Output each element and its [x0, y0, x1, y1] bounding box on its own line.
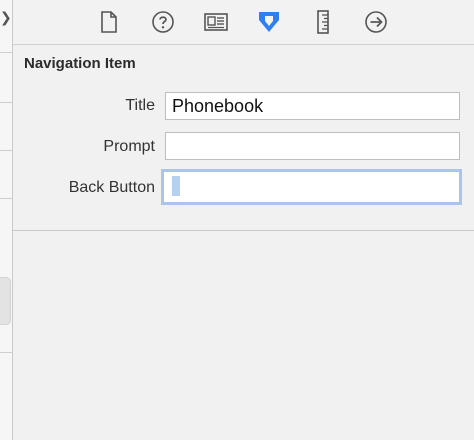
title-label: Title — [125, 97, 155, 114]
tab-size-inspector[interactable] — [309, 8, 337, 36]
inspector-toolbar — [13, 0, 474, 45]
file-icon — [101, 11, 117, 33]
text-cursor — [172, 176, 180, 197]
section-title: Navigation Item — [24, 55, 136, 72]
gutter-separator — [0, 198, 12, 199]
tab-file-inspector[interactable] — [95, 8, 123, 36]
gutter-separator — [0, 352, 12, 353]
prompt-field[interactable] — [165, 132, 460, 160]
left-gutter: ❯ — [0, 0, 13, 440]
attributes-icon — [259, 12, 279, 32]
size-ruler-icon — [317, 10, 329, 34]
gutter-handle[interactable] — [0, 277, 11, 325]
gutter-separator — [0, 52, 12, 53]
identity-icon — [204, 13, 228, 31]
prompt-label: Prompt — [103, 138, 155, 155]
back-button-label: Back Button — [68, 179, 155, 196]
chevron-right-icon[interactable]: ❯ — [0, 8, 12, 26]
tab-attributes-inspector[interactable] — [255, 8, 283, 36]
section-divider — [13, 230, 474, 231]
tab-quick-help[interactable] — [149, 8, 177, 36]
title-field[interactable]: Phonebook — [165, 92, 460, 120]
gutter-separator — [0, 102, 12, 103]
help-icon — [152, 11, 174, 33]
tab-connections-inspector[interactable] — [362, 8, 390, 36]
back-button-field[interactable] — [161, 169, 462, 205]
connections-icon — [365, 11, 387, 33]
gutter-separator — [0, 150, 12, 151]
tab-identity-inspector[interactable] — [202, 8, 230, 36]
